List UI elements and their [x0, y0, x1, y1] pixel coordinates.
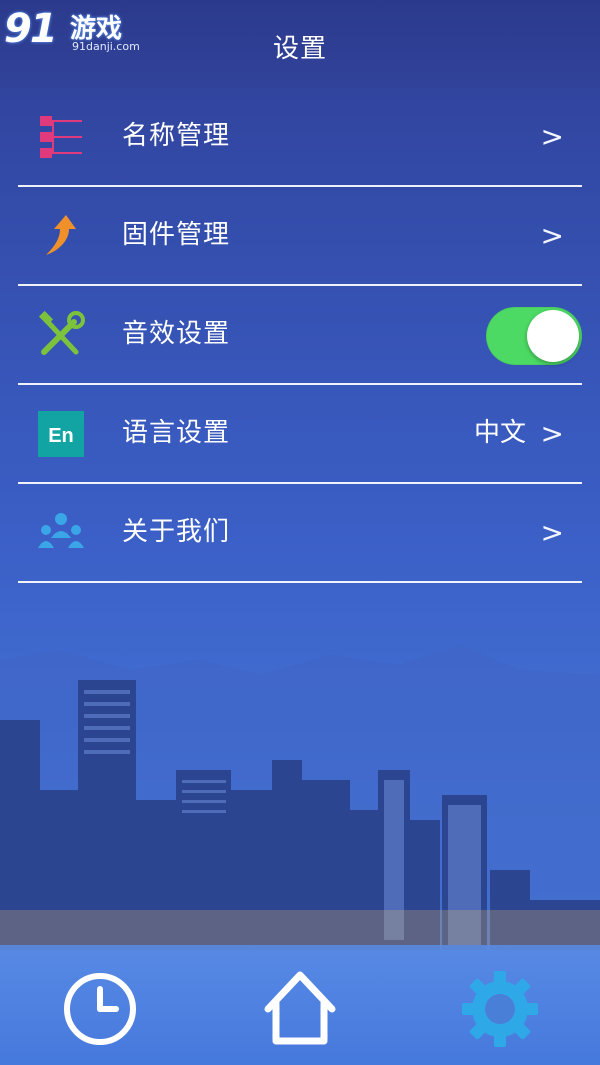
menu-item-firmware-management[interactable]: 固件管理 >: [18, 187, 582, 286]
chevron-right-icon: >: [540, 120, 564, 153]
tab-history[interactable]: [60, 969, 140, 1049]
city-skyline-background: [0, 645, 600, 950]
upgrade-arrow-icon: [36, 211, 86, 261]
menu-item-name-management[interactable]: 名称管理 >: [18, 88, 582, 187]
tools-icon: [36, 310, 86, 360]
tab-settings[interactable]: [460, 969, 540, 1049]
clock-icon: [64, 973, 136, 1045]
menu-item-about-us[interactable]: 关于我们 >: [18, 484, 582, 583]
menu-item-label: 关于我们: [122, 517, 231, 547]
menu-item-language-settings[interactable]: En 语言设置 中文 >: [18, 385, 582, 484]
home-icon: [264, 971, 336, 1045]
menu-item-label: 固件管理: [122, 220, 231, 250]
menu-item-label: 语言设置: [122, 418, 231, 448]
toggle-knob: [527, 310, 579, 362]
current-language-value: 中文: [473, 418, 526, 448]
page-title: 设置: [272, 34, 327, 64]
menu-item-sound-settings: 音效设置: [18, 286, 582, 385]
language-icon-text: En: [48, 425, 74, 447]
chevron-right-icon: >: [540, 516, 564, 549]
tab-home[interactable]: [260, 969, 340, 1049]
menu-item-label: 名称管理: [122, 121, 231, 151]
people-icon: [36, 508, 86, 558]
menu-item-label: 音效设置: [122, 319, 231, 349]
bottom-tab-bar: [0, 945, 600, 1065]
header-bar: 91 游戏 91danji.com 设置: [0, 0, 600, 88]
chevron-right-icon: >: [540, 417, 564, 450]
gear-icon: [462, 971, 538, 1047]
list-icon: [36, 112, 86, 162]
settings-list: 名称管理 > 固件管理 > 音效设置 En 语言设置 中文 > 关于我们 >: [18, 88, 582, 583]
language-en-icon: En: [36, 409, 86, 459]
sound-toggle-switch[interactable]: [486, 307, 582, 365]
chevron-right-icon: >: [540, 219, 564, 252]
